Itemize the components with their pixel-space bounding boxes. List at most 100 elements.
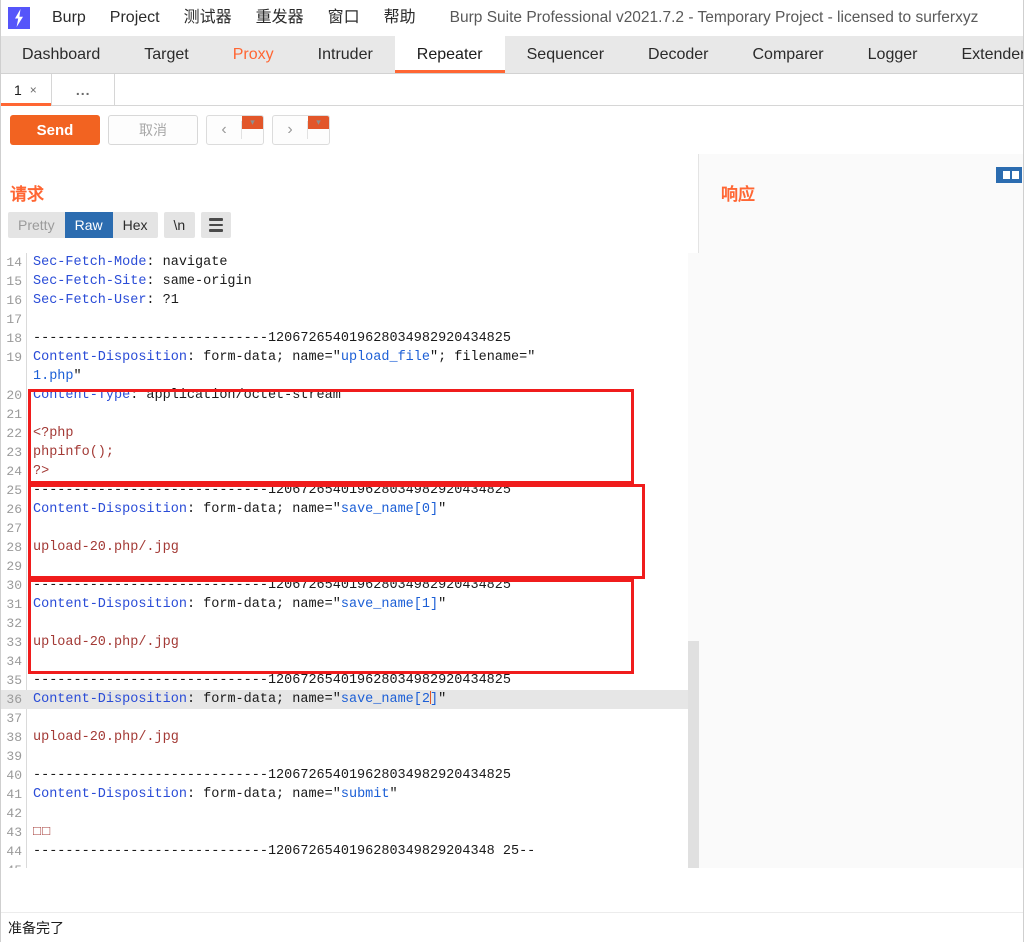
code-line[interactable]: 24 ?> [0, 462, 688, 481]
format-tab-pretty[interactable]: Pretty [8, 212, 65, 238]
menu-item-burp[interactable]: Burp [40, 0, 98, 36]
request-vertical-scrollbar[interactable] [688, 253, 699, 868]
chevron-down-icon[interactable]: ▾ [307, 116, 329, 129]
request-panel: 请求 Pretty Raw Hex \n 14 Sec-Fetch-Mode: n… [0, 154, 699, 868]
code-token: Sec-Fetch-User [33, 293, 147, 308]
send-button[interactable]: Send [10, 115, 100, 145]
code-line[interactable]: 44 -----------------------------120672654… [0, 842, 688, 861]
code-line[interactable]: 28 upload-20.php/.jpg [0, 538, 688, 557]
response-panel: 响应 [699, 154, 1024, 868]
code-line[interactable]: 17 [0, 310, 688, 329]
menu-item-intruder[interactable]: 测试器 [172, 0, 244, 36]
tab-repeater[interactable]: Repeater [394, 36, 505, 73]
code-line[interactable]: 22 <?php [0, 424, 688, 443]
split-layout-icon[interactable] [994, 164, 1024, 186]
code-line[interactable]: 21 [0, 405, 688, 424]
code-token: 1.php [33, 369, 74, 384]
repeater-action-toolbar: Send 取消 ‹ ▾ › ▾ [0, 106, 1024, 154]
line-number: 43 [6, 825, 22, 840]
code-token: upload_file [340, 350, 430, 365]
main-tab-strip: Dashboard Target Proxy Intruder Repeater… [0, 36, 1024, 74]
code-line[interactable]: 37 [0, 709, 688, 728]
cancel-button[interactable]: 取消 [108, 115, 198, 145]
tab-extender[interactable]: Extender [939, 36, 1024, 73]
go-back-group[interactable]: ‹ ▾ [206, 115, 264, 145]
code-line[interactable]: 42 [0, 804, 688, 823]
tab-dashboard[interactable]: Dashboard [0, 36, 122, 73]
code-line[interactable]: 23 phpinfo(); [0, 443, 688, 462]
menu-item-repeater[interactable]: 重发器 [244, 0, 316, 36]
code-line-text: Sec-Fetch-Mode: navigate [33, 253, 227, 272]
code-token: phpinfo(); [33, 445, 115, 460]
chevron-down-icon[interactable]: ▾ [241, 116, 263, 129]
tab-decoder[interactable]: Decoder [626, 36, 730, 73]
arrow-right-icon[interactable]: › [273, 116, 307, 144]
sub-tab-more[interactable]: ... [51, 74, 116, 105]
line-number: 44 [6, 844, 22, 859]
format-tab-hex[interactable]: Hex [113, 212, 158, 238]
sub-tab-1[interactable]: 1 × [0, 74, 52, 106]
menu-item-help[interactable]: 帮助 [372, 0, 428, 36]
code-line[interactable]: 45 [0, 861, 688, 868]
hamburger-icon[interactable] [201, 212, 232, 238]
menu-item-project[interactable]: Project [98, 0, 172, 36]
code-line[interactable]: 16 Sec-Fetch-User: ?1 [0, 291, 688, 310]
code-line[interactable]: 34 [0, 652, 688, 671]
code-line[interactable]: 43 □□ [0, 823, 688, 842]
code-line[interactable]: 38 upload-20.php/.jpg [0, 728, 688, 747]
code-line[interactable]: 35 -----------------------------120672654… [0, 671, 688, 690]
code-line[interactable]: 36 Content-Disposition: form-data; name="… [0, 690, 688, 709]
code-line[interactable]: 32 [0, 614, 688, 633]
code-line[interactable]: 41 Content-Disposition: form-data; name="… [0, 785, 688, 804]
code-line[interactable]: 40 -----------------------------120672654… [0, 766, 688, 785]
code-line[interactable]: 1.php" [0, 367, 688, 386]
tab-target[interactable]: Target [122, 36, 210, 73]
line-number: 16 [6, 293, 22, 308]
arrow-left-icon[interactable]: ‹ [207, 116, 241, 144]
close-icon[interactable]: × [30, 83, 37, 97]
tab-intruder[interactable]: Intruder [296, 36, 395, 73]
code-line[interactable]: 18 -----------------------------120672654… [0, 329, 688, 348]
code-token: : navigate [146, 255, 228, 270]
code-line[interactable]: 39 [0, 747, 688, 766]
scrollbar-thumb[interactable] [688, 641, 699, 868]
code-line-text: <?php [33, 424, 74, 443]
code-line[interactable]: 19 Content-Disposition: form-data; name="… [0, 348, 688, 367]
line-number: 35 [6, 673, 22, 688]
code-line-text: -----------------------------12067265401… [33, 766, 511, 785]
code-line[interactable]: 14 Sec-Fetch-Mode: navigate [0, 253, 688, 272]
line-number: 28 [6, 540, 22, 555]
code-line[interactable]: 20 Content-Type: application/octet-stream [0, 386, 688, 405]
code-line[interactable]: 27 [0, 519, 688, 538]
line-number: 18 [6, 331, 22, 346]
newline-toggle[interactable]: \n [163, 212, 196, 238]
line-number: 32 [6, 616, 22, 631]
code-line[interactable]: 29 [0, 557, 688, 576]
code-line[interactable]: 15 Sec-Fetch-Site: same-origin [0, 272, 688, 291]
code-token: Sec-Fetch-Mode [33, 255, 147, 270]
code-line[interactable]: 25 -----------------------------120672654… [0, 481, 688, 500]
code-line-text: ?> [33, 462, 49, 481]
code-line-text: -----------------------------12067265401… [33, 481, 511, 500]
code-line-text: upload-20.php/.jpg [33, 538, 179, 557]
code-line[interactable]: 33 upload-20.php/.jpg [0, 633, 688, 652]
tab-sequencer[interactable]: Sequencer [505, 36, 626, 73]
code-token: -----------------------------12067265401… [33, 768, 511, 783]
code-line[interactable]: 31 Content-Disposition: form-data; name="… [0, 595, 688, 614]
code-line[interactable]: 26 Content-Disposition: form-data; name="… [0, 500, 688, 519]
code-token: -----------------------------12067265401… [33, 331, 511, 346]
line-number: 34 [6, 654, 22, 669]
code-token: upload-20.php/.jpg [33, 540, 179, 555]
code-token: : form-data; name=" [186, 350, 341, 365]
code-token: : same-origin [146, 274, 252, 289]
go-forward-group[interactable]: › ▾ [272, 115, 330, 145]
tab-comparer[interactable]: Comparer [731, 36, 846, 73]
code-line[interactable]: 30 -----------------------------120672654… [0, 576, 688, 595]
format-tab-raw[interactable]: Raw [64, 212, 113, 238]
request-code-editor[interactable]: 14 Sec-Fetch-Mode: navigate 15 Sec-Fetch-Si… [0, 253, 698, 868]
line-number: 30 [6, 578, 22, 593]
code-token: " [389, 787, 398, 802]
tab-logger[interactable]: Logger [846, 36, 940, 73]
tab-proxy[interactable]: Proxy [211, 36, 296, 73]
menu-item-window[interactable]: 窗口 [316, 0, 372, 36]
